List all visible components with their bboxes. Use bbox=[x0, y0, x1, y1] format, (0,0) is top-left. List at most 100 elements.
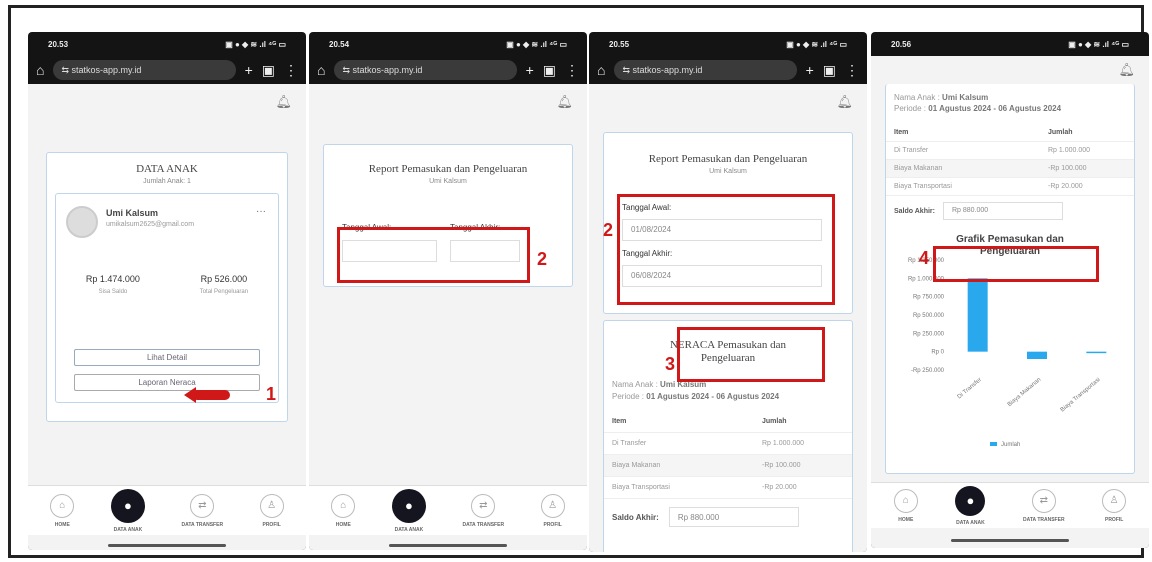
transfer-nav-icon: ⇄ bbox=[1031, 488, 1056, 513]
status-bar: 20.55 ▣ ● ◆ ≋ .ıl ⁴ᴳ ▭ bbox=[609, 39, 847, 49]
status-time: 20.53 bbox=[48, 39, 69, 49]
browser-bar: ⌂ ⇆ statkos-app.my.id + ▣ ⋮ bbox=[28, 56, 306, 84]
x-tick-label: Di Transfer bbox=[957, 377, 983, 400]
phone-1: 20.53 ▣ ● ◆ ≋ .ıl ⁴ᴳ ▭ ⌂ ⇆ statkos-app.my.… bbox=[28, 32, 306, 550]
more-menu-icon[interactable]: ⋮ bbox=[845, 62, 859, 79]
url-field[interactable]: ⇆ statkos-app.my.id bbox=[53, 60, 236, 80]
neraca-table: Item Jumlah Di Transfer Rp 1.000.000 Biaya… bbox=[886, 124, 1134, 196]
bell-icon[interactable]: 🔔︎ bbox=[1118, 62, 1135, 78]
app-screen: 🔔︎ Report Pemasukan dan Pengeluaran Umi … bbox=[309, 84, 587, 550]
home-indicator bbox=[951, 539, 1069, 542]
status-bar: 20.56 ▣ ● ◆ ≋ .ıl ⁴ᴳ ▭ bbox=[891, 39, 1129, 49]
nav-home[interactable]: ⌂ HOME bbox=[893, 488, 918, 523]
nav-profil[interactable]: ♙ PROFIL bbox=[1102, 488, 1127, 523]
status-bar: 20.54 ▣ ● ◆ ≋ .ıl ⁴ᴳ ▭ bbox=[329, 39, 567, 49]
more-menu-icon[interactable]: ⋮ bbox=[565, 62, 579, 79]
legend-swatch bbox=[990, 442, 997, 446]
home-icon[interactable]: ⌂ bbox=[36, 62, 44, 78]
x-tick-label: Biaya Transportasi bbox=[1060, 377, 1102, 414]
url-field[interactable]: ⇆ statkos-app.my.id bbox=[334, 60, 517, 80]
saldo-akhir-field: Rp 880.000 bbox=[668, 507, 799, 527]
nav-data-anak[interactable]: ● DATA ANAK bbox=[391, 488, 426, 533]
nav-data-anak[interactable]: ● DATA ANAK bbox=[110, 488, 145, 533]
stats-row: Rp 1.474.000 Sisa Saldo Rp 526.000 Total P… bbox=[56, 274, 278, 295]
status-bar: 20.53 ▣ ● ◆ ≋ .ıl ⁴ᴳ ▭ bbox=[28, 32, 306, 56]
phone-4: 20.56 ▣ ● ◆ ≋ .ıl ⁴ᴳ ▭ 🔔︎ Nama Anak : Umi… bbox=[871, 32, 1149, 548]
user-nav-icon: ♙ bbox=[540, 493, 565, 518]
new-tab-icon[interactable]: + bbox=[806, 62, 814, 78]
new-tab-icon[interactable]: + bbox=[526, 62, 534, 78]
more-menu-icon[interactable]: ⋮ bbox=[284, 62, 298, 79]
card-title: DATA ANAK bbox=[136, 163, 198, 175]
bar bbox=[967, 278, 988, 352]
stat-pengeluaran: Rp 526.000 Total Pengeluaran bbox=[199, 274, 249, 295]
report-subtitle: Umi Kalsum bbox=[429, 178, 467, 185]
phone-2: 20.54 ▣ ● ◆ ≋ .ıl ⁴ᴳ ▭ ⌂ ⇆ statkos-app.my.… bbox=[309, 32, 587, 550]
highlight-box-3 bbox=[677, 327, 825, 382]
marker-2: 2 bbox=[603, 220, 614, 240]
table-header: Item Jumlah bbox=[604, 411, 852, 433]
table-row: Biaya Makanan -Rp 100.000 bbox=[886, 160, 1134, 178]
bottom-nav: ⌂ HOME ● DATA ANAK ⇄ DATA TRANSFER ♙ PROFIL bbox=[28, 485, 306, 535]
legend-label: Jumlah bbox=[1001, 442, 1020, 448]
red-arrow-head bbox=[184, 387, 196, 403]
url-field[interactable]: ⇆ statkos-app.my.id bbox=[614, 60, 797, 80]
nav-data-transfer[interactable]: ⇄ DATA TRANSFER bbox=[1023, 488, 1065, 523]
bell-icon[interactable]: 🔔︎ bbox=[275, 94, 292, 110]
home-icon[interactable]: ⌂ bbox=[597, 62, 605, 78]
nav-home[interactable]: ⌂ HOME bbox=[50, 493, 75, 528]
nav-home[interactable]: ⌂ HOME bbox=[331, 493, 356, 528]
more-icon[interactable]: ··· bbox=[256, 206, 266, 217]
y-tick-label: Rp 500.000 bbox=[913, 313, 945, 319]
home-icon[interactable]: ⌂ bbox=[317, 62, 325, 78]
site-info-icon: ⇆ bbox=[342, 64, 353, 75]
nav-data-anak[interactable]: ● DATA ANAK bbox=[955, 485, 986, 526]
marker-1: 1 bbox=[266, 384, 277, 404]
home-indicator bbox=[389, 544, 507, 547]
bottom-nav: ⌂ HOME ● DATA ANAK ⇄ DATA TRANSFER ♙ PROFIL bbox=[309, 485, 587, 535]
bell-icon[interactable]: 🔔︎ bbox=[836, 94, 853, 110]
browser-bar: ⌂ ⇆ statkos-app.my.id + ▣ ⋮ bbox=[309, 56, 587, 84]
marker-2: 2 bbox=[537, 249, 548, 269]
y-tick-label: Rp 750.000 bbox=[913, 295, 945, 301]
laporan-neraca-button[interactable]: Laporan Neraca bbox=[74, 374, 260, 391]
child-nav-icon: ● bbox=[391, 488, 426, 523]
child-card: Umi Kalsum umikalsum2625@gmail.com ··· R… bbox=[55, 193, 279, 403]
status-icons: ▣ ● ◆ ≋ .ıl ⁴ᴳ ▭ bbox=[225, 39, 286, 49]
highlight-box-4 bbox=[933, 246, 1099, 282]
data-anak-card: DATA ANAK Jumlah Anak: 1 Umi Kalsum umik… bbox=[46, 152, 288, 422]
child-name: Umi Kalsum bbox=[106, 208, 159, 218]
nav-profil[interactable]: ♙ PROFIL bbox=[540, 493, 565, 528]
saldo-akhir-row: Saldo Akhir: Rp 880.000 bbox=[604, 499, 852, 535]
tabs-icon[interactable]: ▣ bbox=[543, 62, 556, 79]
bottom-nav: ⌂ HOME ● DATA ANAK ⇄ DATA TRANSFER ♙ PROFIL bbox=[871, 482, 1149, 528]
table-row: Biaya Makanan -Rp 100.000 bbox=[604, 455, 852, 477]
user-nav-icon: ♙ bbox=[1102, 488, 1127, 513]
screenshot-frame: 20.53 ▣ ● ◆ ≋ .ıl ⁴ᴳ ▭ ⌂ ⇆ statkos-app.my.… bbox=[8, 5, 1149, 558]
app-screen: 🔔︎ Nama Anak : Umi Kalsum Periode : 01 A… bbox=[871, 56, 1149, 548]
bar bbox=[1027, 351, 1047, 359]
browser-bar: ⌂ ⇆ statkos-app.my.id + ▣ ⋮ bbox=[589, 56, 867, 84]
tabs-icon[interactable]: ▣ bbox=[262, 62, 275, 79]
report-title: Report Pemasukan dan Pengeluaran bbox=[368, 163, 528, 175]
child-email: umikalsum2625@gmail.com bbox=[106, 221, 195, 228]
site-info-icon: ⇆ bbox=[622, 64, 633, 75]
bar bbox=[1086, 351, 1107, 354]
home-nav-icon: ⌂ bbox=[331, 493, 356, 518]
bell-icon[interactable]: 🔔︎ bbox=[556, 94, 573, 110]
transfer-nav-icon: ⇄ bbox=[471, 493, 496, 518]
new-tab-icon[interactable]: + bbox=[245, 62, 253, 78]
report-title: Report Pemasukan dan Pengeluaran bbox=[648, 153, 808, 165]
y-tick-label: Rp 250.000 bbox=[913, 331, 945, 337]
nav-data-transfer[interactable]: ⇄ DATA TRANSFER bbox=[462, 493, 504, 528]
nav-profil[interactable]: ♙ PROFIL bbox=[259, 493, 284, 528]
nav-data-transfer[interactable]: ⇄ DATA TRANSFER bbox=[181, 493, 223, 528]
tabs-icon[interactable]: ▣ bbox=[823, 62, 836, 79]
marker-3: 3 bbox=[665, 354, 676, 374]
saldo-akhir-field: Rp 880.000 bbox=[942, 202, 1063, 220]
home-indicator bbox=[108, 544, 226, 547]
marker-4: 4 bbox=[919, 248, 930, 268]
lihat-detail-button[interactable]: Lihat Detail bbox=[74, 349, 260, 366]
saldo-akhir-row: Saldo Akhir: Rp 880.000 bbox=[886, 196, 1134, 226]
site-info-icon: ⇆ bbox=[61, 64, 72, 75]
